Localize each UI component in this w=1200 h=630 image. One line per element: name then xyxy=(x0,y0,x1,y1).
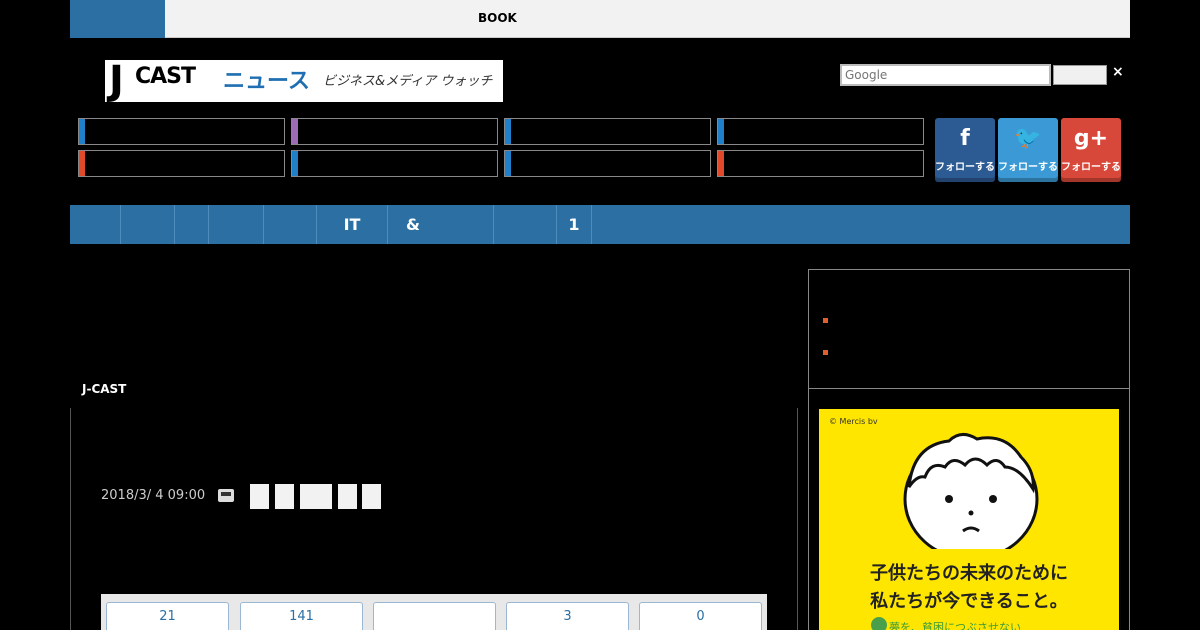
top-bar-home-tab[interactable] xyxy=(70,0,165,38)
googleplus-icon: g+ xyxy=(1073,126,1109,151)
article-date: 2018/3/ 4 09:00 xyxy=(101,488,206,503)
stat-count[interactable]: 3 xyxy=(506,602,629,630)
share-button[interactable] xyxy=(338,484,357,509)
bullet-icon xyxy=(823,318,828,323)
category-color-bar xyxy=(505,119,511,144)
category-color-bar xyxy=(505,151,511,176)
facebook-icon: f xyxy=(960,126,970,151)
logo-tagline: ビジネス&メディア ウォッチ xyxy=(323,74,493,89)
nav-item[interactable] xyxy=(175,205,209,244)
category-color-bar xyxy=(718,151,724,176)
nav-item[interactable] xyxy=(264,205,317,244)
category-link[interactable] xyxy=(504,150,711,177)
follow-label: フォローする xyxy=(998,162,1058,173)
nav-item-and[interactable]: & xyxy=(388,205,494,244)
category-link[interactable] xyxy=(291,118,498,145)
child-face-illustration xyxy=(903,433,1039,549)
stat-count[interactable]: 21 xyxy=(106,602,229,630)
nav-item[interactable] xyxy=(70,205,121,244)
category-color-bar xyxy=(79,119,85,144)
facebook-follow-button[interactable]: f フォローする xyxy=(935,118,995,182)
stat-count[interactable]: 141 xyxy=(240,602,363,630)
stat-count[interactable] xyxy=(373,602,496,630)
share-button[interactable] xyxy=(275,484,294,509)
category-color-bar xyxy=(292,119,298,144)
nav-item[interactable] xyxy=(494,205,557,244)
category-color-bar xyxy=(718,119,724,144)
nav-item-1[interactable]: 1 xyxy=(557,205,592,244)
category-link[interactable] xyxy=(717,150,924,177)
search-button[interactable] xyxy=(1053,65,1107,85)
ad-credit: © Mercis bv xyxy=(829,417,878,426)
sidebar-links-box xyxy=(808,269,1130,389)
share-button[interactable] xyxy=(250,484,269,509)
bullet-icon xyxy=(823,350,828,355)
article-source-label: J-CAST xyxy=(82,382,127,396)
logo-j: J xyxy=(109,58,124,104)
close-icon[interactable]: × xyxy=(1112,64,1124,80)
logo-news: ニュース xyxy=(223,69,310,94)
category-link[interactable] xyxy=(504,118,711,145)
main-nav: IT & 1 xyxy=(70,205,1130,244)
nav-item-it[interactable]: IT xyxy=(317,205,388,244)
category-link[interactable] xyxy=(291,150,498,177)
ad-headline-2: 私たちが今できること。 xyxy=(870,591,1068,612)
logo-cast: CAST xyxy=(135,64,196,89)
top-bar-book-link[interactable]: BOOK xyxy=(478,11,517,25)
search-input[interactable] xyxy=(840,64,1051,86)
follow-label: フォローする xyxy=(935,162,995,173)
share-button[interactable] xyxy=(362,484,381,509)
share-button[interactable] xyxy=(300,484,332,509)
ad-headline-1: 子供たちの未来のために xyxy=(870,563,1068,584)
ad-tagline: 夢を、貧困につぶさせない xyxy=(889,621,1021,630)
top-bar: BOOK xyxy=(70,0,1130,38)
twitter-icon: 🐦 xyxy=(1014,126,1042,151)
stat-count[interactable]: 0 xyxy=(639,602,762,630)
sidebar-ad-banner[interactable]: © Mercis bv 子供たちの未来のために 私たちが今できること。 夢を、貧… xyxy=(819,409,1119,630)
social-stats-bar: 21 141 3 0 xyxy=(101,594,767,630)
nav-item[interactable] xyxy=(121,205,175,244)
category-link[interactable] xyxy=(78,118,285,145)
site-logo[interactable]: J CAST ニュース ビジネス&メディア ウォッチ xyxy=(105,58,503,104)
category-link[interactable] xyxy=(78,150,285,177)
category-color-bar xyxy=(79,151,85,176)
twitter-follow-button[interactable]: 🐦 フォローする xyxy=(998,118,1058,182)
follow-label: フォローする xyxy=(1061,162,1121,173)
ad-logo-icon xyxy=(871,617,887,630)
category-color-bar xyxy=(292,151,298,176)
page: BOOK J CAST ニュース ビジネス&メディア ウォッチ × f フォロー… xyxy=(0,0,1200,630)
googleplus-follow-button[interactable]: g+ フォローする xyxy=(1061,118,1121,182)
nav-item[interactable] xyxy=(209,205,264,244)
category-link[interactable] xyxy=(717,118,924,145)
print-icon[interactable] xyxy=(218,489,234,502)
